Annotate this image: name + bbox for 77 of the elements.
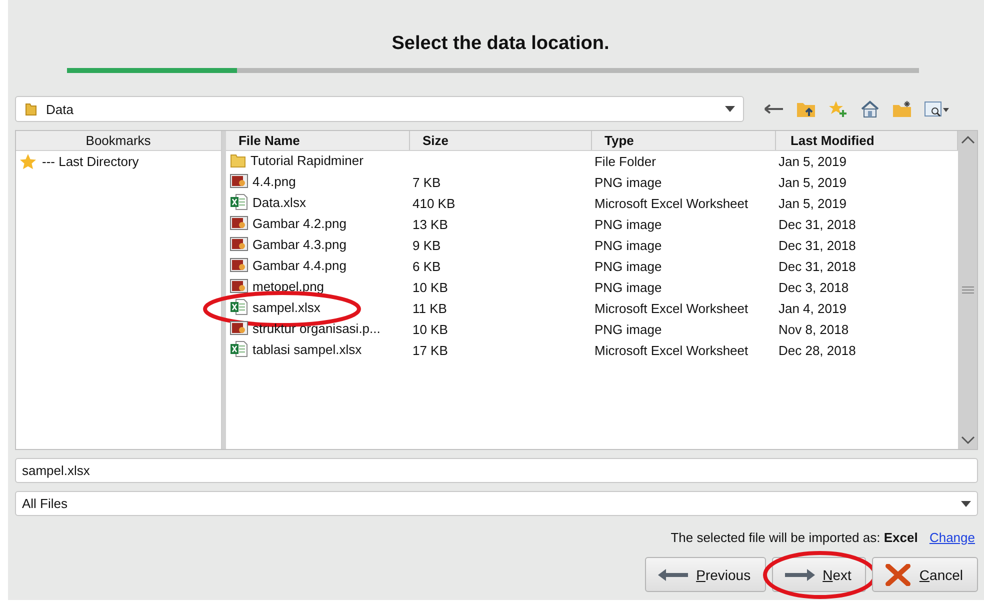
size-cell-text: 6 KB <box>411 259 442 274</box>
type-cell-text: PNG image <box>593 322 663 337</box>
file-name-cell[interactable]: Data.xlsx <box>228 194 306 210</box>
scroll-up-icon[interactable] <box>960 135 975 145</box>
size-cell-text: 13 KB <box>411 217 449 232</box>
right-arrow-icon <box>784 568 815 580</box>
scroll-grip-icon[interactable] <box>960 286 975 294</box>
previous-button[interactable]: Previous <box>645 557 766 592</box>
file-name-cell[interactable]: Tutorial Rapidminer <box>228 152 364 168</box>
date-cell-text: Jan 5, 2019 <box>777 196 848 211</box>
file-name-cell[interactable]: tablasi sampel.xlsx <box>228 341 362 357</box>
file-type-dropdown[interactable]: All Files <box>15 491 978 516</box>
column-header: Bookmarks <box>16 131 221 151</box>
star-icon <box>20 154 36 170</box>
file-name-cell[interactable]: Gambar 4.4.png <box>228 257 346 273</box>
date-cell-text: Jan 4, 2019 <box>777 301 848 316</box>
type-cell-text: PNG image <box>593 238 663 253</box>
close-icon <box>885 564 912 586</box>
image-file-icon <box>230 278 248 294</box>
scroll-down-icon[interactable] <box>960 435 975 445</box>
home-icon[interactable] <box>860 100 880 118</box>
file-name-cell[interactable]: metopel.png <box>228 278 324 294</box>
cancel-button[interactable]: Cancel <box>872 557 978 592</box>
change-link[interactable]: Change <box>929 530 975 545</box>
column-header[interactable]: Type <box>592 131 776 150</box>
type-cell-text: PNG image <box>593 259 663 274</box>
image-file-icon <box>230 215 248 231</box>
date-cell-text: Dec 31, 2018 <box>777 259 857 274</box>
size-cell-text: 10 KB <box>411 322 449 337</box>
view-menu-icon[interactable] <box>924 100 950 118</box>
size-cell-text: 17 KB <box>411 343 449 358</box>
column-header[interactable]: File Name <box>226 131 410 150</box>
date-cell-text: Jan 5, 2019 <box>777 175 848 190</box>
size-cell-text: 410 KB <box>411 196 456 211</box>
next-button[interactable]: Next <box>772 557 866 592</box>
type-cell-text: Microsoft Excel Worksheet <box>593 301 750 316</box>
spreadsheet-file-icon <box>230 194 248 210</box>
column-header[interactable]: Size <box>410 131 592 150</box>
date-cell-text: Dec 3, 2018 <box>777 280 850 295</box>
type-cell-text: File Folder <box>593 154 657 169</box>
date-cell-text: Jan 5, 2019 <box>777 154 848 169</box>
import-info-text: The selected file will be imported as: Excel <box>670 530 918 545</box>
size-cell-text: 11 KB <box>411 301 448 316</box>
size-cell-text: 7 KB <box>411 175 442 190</box>
dropdown-arrow-icon <box>961 500 971 506</box>
date-cell-text: Dec 28, 2018 <box>777 343 857 358</box>
star-plus-icon[interactable] <box>828 100 848 118</box>
type-cell-text: PNG image <box>593 217 663 232</box>
back-arrow-icon[interactable] <box>764 103 784 115</box>
dialog-heading: Select the data location. <box>390 33 610 56</box>
folder-icon <box>24 102 38 116</box>
spreadsheet-file-icon <box>230 299 248 315</box>
left-arrow-icon <box>658 568 688 580</box>
type-cell-text: Microsoft Excel Worksheet <box>593 343 750 358</box>
new-folder-icon[interactable] <box>892 100 912 118</box>
type-cell-text: PNG image <box>593 175 663 190</box>
image-file-icon <box>230 320 248 336</box>
file-name-cell[interactable]: Gambar 4.2.png <box>228 215 346 231</box>
spreadsheet-file-icon <box>230 341 248 357</box>
image-file-icon <box>230 236 248 252</box>
image-file-icon <box>230 257 248 273</box>
date-cell-text: Nov 8, 2018 <box>777 322 850 337</box>
date-cell-text: Dec 31, 2018 <box>777 238 857 253</box>
dropdown-arrow-icon <box>725 106 735 112</box>
file-name-cell[interactable]: 4.4.png <box>228 173 296 189</box>
file-name-field[interactable]: sampel.xlsx <box>15 458 978 483</box>
location-dropdown[interactable]: Data <box>15 96 744 122</box>
size-cell-text: 9 KB <box>411 238 442 253</box>
scrollbar[interactable] <box>958 131 977 449</box>
file-name-cell[interactable]: Gambar 4.3.png <box>228 236 346 252</box>
date-cell-text: Dec 31, 2018 <box>777 217 857 232</box>
type-cell-text: PNG image <box>593 280 663 295</box>
folder-up-icon[interactable] <box>796 100 816 118</box>
image-file-icon <box>230 173 248 189</box>
size-cell-text: 10 KB <box>411 280 449 295</box>
bookmark-item[interactable]: --- Last Directory <box>16 151 221 172</box>
type-cell-text: Microsoft Excel Worksheet <box>593 196 750 211</box>
